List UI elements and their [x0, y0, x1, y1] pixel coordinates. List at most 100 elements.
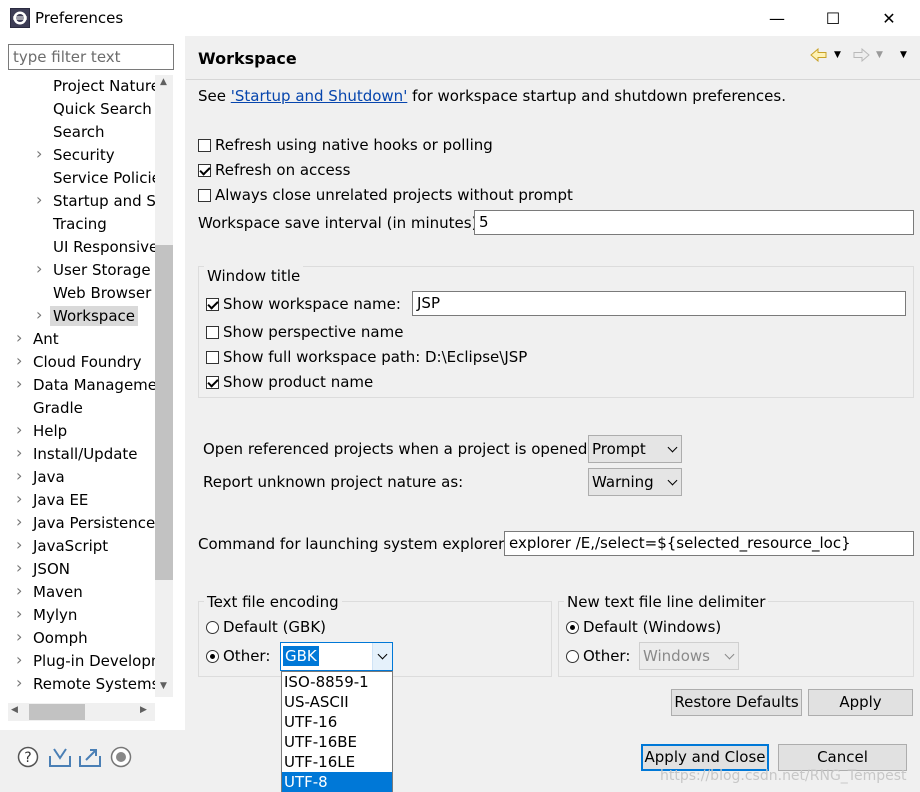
scroll-left-icon[interactable]: ◀ [11, 705, 18, 715]
tree-item[interactable]: › Java EE [0, 489, 155, 512]
open-referenced-select[interactable]: Prompt [588, 435, 682, 463]
tree-item[interactable]: › Remote Systems [0, 673, 155, 696]
tree-horizontal-scroll-thumb[interactable] [29, 704, 85, 720]
expand-chevron-icon[interactable]: › [16, 581, 22, 600]
restore-defaults-button[interactable]: Restore Defaults [671, 689, 802, 716]
forward-menu-chevron-icon[interactable]: ▼ [876, 50, 883, 60]
expand-chevron-icon[interactable]: › [16, 489, 22, 508]
unknown-nature-select[interactable]: Warning [588, 468, 682, 496]
delimiter-select[interactable]: Windows [639, 642, 739, 670]
tree-item[interactable]: › Workspace [0, 305, 155, 328]
back-menu-chevron-icon[interactable]: ▼ [834, 50, 841, 60]
tree-item[interactable]: Gradle [0, 397, 155, 420]
show-product-name-checkbox[interactable] [206, 376, 219, 389]
tree-item[interactable]: Search [0, 121, 155, 144]
help-icon[interactable]: ? [17, 746, 39, 768]
expand-chevron-icon[interactable]: › [16, 374, 22, 393]
view-menu-icon[interactable]: ▼ [900, 50, 907, 60]
explorer-command-input[interactable]: explorer /E,/select=${selected_resource_… [504, 531, 914, 556]
refresh-native-checkbox[interactable] [198, 139, 211, 152]
encoding-option[interactable]: ISO-8859-1 [282, 672, 392, 692]
encoding-other-radio[interactable] [206, 650, 219, 663]
scroll-down-icon[interactable]: ▼ [160, 681, 167, 691]
encoding-option[interactable]: UTF-8 [282, 772, 392, 792]
tree-item-label: Tracing [53, 215, 107, 233]
delimiter-other-label: Other: [583, 647, 631, 665]
expand-chevron-icon[interactable]: › [36, 259, 42, 278]
expand-chevron-icon[interactable]: › [16, 420, 22, 439]
encoding-combo[interactable]: GBK [280, 642, 393, 671]
tree-vertical-scroll-thumb[interactable] [155, 245, 173, 580]
expand-chevron-icon[interactable]: › [16, 351, 22, 370]
export-icon[interactable] [78, 746, 102, 768]
always-close-checkbox[interactable] [198, 189, 211, 202]
expand-chevron-icon[interactable]: › [36, 305, 42, 324]
tree-item[interactable]: › Java [0, 466, 155, 489]
expand-chevron-icon[interactable]: › [36, 144, 42, 163]
expand-chevron-icon[interactable]: › [16, 443, 22, 462]
tree-item[interactable]: Service Policies [0, 167, 155, 190]
encoding-option[interactable]: UTF-16 [282, 712, 392, 732]
tree-item[interactable]: › JavaScript [0, 535, 155, 558]
show-full-path-checkbox[interactable] [206, 351, 219, 364]
tree-item[interactable]: › Java Persistence [0, 512, 155, 535]
tree-item-label: Gradle [33, 399, 83, 417]
minimize-button[interactable]: — [754, 0, 800, 36]
tree-item[interactable]: › Cloud Foundry [0, 351, 155, 374]
tree-item[interactable]: › Install/Update [0, 443, 155, 466]
tree-item[interactable]: › Maven [0, 581, 155, 604]
header-separator [186, 79, 920, 80]
startup-shutdown-link[interactable]: 'Startup and Shutdown' [231, 87, 408, 105]
encoding-option[interactable]: UTF-16BE [282, 732, 392, 752]
record-icon[interactable] [110, 746, 132, 768]
preferences-tree: Project Natures Quick Search Search › Securi… [0, 75, 155, 697]
tree-item[interactable]: Quick Search [0, 98, 155, 121]
expand-chevron-icon[interactable]: › [36, 190, 42, 209]
back-arrow-icon[interactable] [810, 48, 828, 62]
chevron-down-icon [667, 442, 678, 453]
tree-item[interactable]: › Ant [0, 328, 155, 351]
tree-item[interactable]: › Plug-in Development [0, 650, 155, 673]
forward-arrow-icon[interactable] [852, 48, 870, 62]
show-workspace-name-checkbox[interactable] [206, 298, 219, 311]
expand-chevron-icon[interactable]: › [16, 512, 22, 531]
expand-chevron-icon[interactable]: › [16, 604, 22, 623]
encoding-combo-button[interactable] [372, 643, 392, 670]
expand-chevron-icon[interactable]: › [16, 650, 22, 669]
scroll-right-icon[interactable]: ▶ [140, 705, 147, 715]
tree-item[interactable]: › Data Management [0, 374, 155, 397]
filter-input[interactable] [8, 44, 174, 70]
save-interval-input[interactable]: 5 [474, 210, 914, 235]
tree-item[interactable]: › Mylyn [0, 604, 155, 627]
expand-chevron-icon[interactable]: › [16, 558, 22, 577]
apply-button[interactable]: Apply [808, 689, 913, 716]
expand-chevron-icon[interactable]: › [16, 535, 22, 554]
tree-item[interactable]: Web Browser [0, 282, 155, 305]
maximize-button[interactable]: ☐ [810, 0, 856, 36]
expand-chevron-icon[interactable]: › [16, 328, 22, 347]
expand-chevron-icon[interactable]: › [16, 627, 22, 646]
encoding-combo-value[interactable]: GBK [283, 646, 319, 666]
tree-item[interactable]: › Security [0, 144, 155, 167]
scroll-up-icon[interactable]: ▲ [160, 77, 167, 87]
encoding-default-radio[interactable] [206, 621, 219, 634]
tree-item[interactable]: Project Natures [0, 75, 155, 98]
refresh-access-checkbox[interactable] [198, 164, 211, 177]
tree-item[interactable]: › Startup and Shutdown [0, 190, 155, 213]
import-icon[interactable] [48, 746, 72, 768]
tree-item[interactable]: › Oomph [0, 627, 155, 650]
expand-chevron-icon[interactable]: › [16, 673, 22, 692]
workspace-name-input[interactable]: JSP [412, 291, 906, 316]
tree-item[interactable]: › Help [0, 420, 155, 443]
tree-item[interactable]: › JSON [0, 558, 155, 581]
encoding-option[interactable]: US-ASCII [282, 692, 392, 712]
delimiter-other-radio[interactable] [566, 650, 579, 663]
tree-item[interactable]: › User Storage [0, 259, 155, 282]
tree-item[interactable]: Tracing [0, 213, 155, 236]
show-perspective-name-checkbox[interactable] [206, 326, 219, 339]
tree-item[interactable]: UI Responsiveness [0, 236, 155, 259]
close-window-button[interactable]: ✕ [866, 0, 912, 36]
encoding-option[interactable]: UTF-16LE [282, 752, 392, 772]
expand-chevron-icon[interactable]: › [16, 466, 22, 485]
delimiter-default-radio[interactable] [566, 621, 579, 634]
